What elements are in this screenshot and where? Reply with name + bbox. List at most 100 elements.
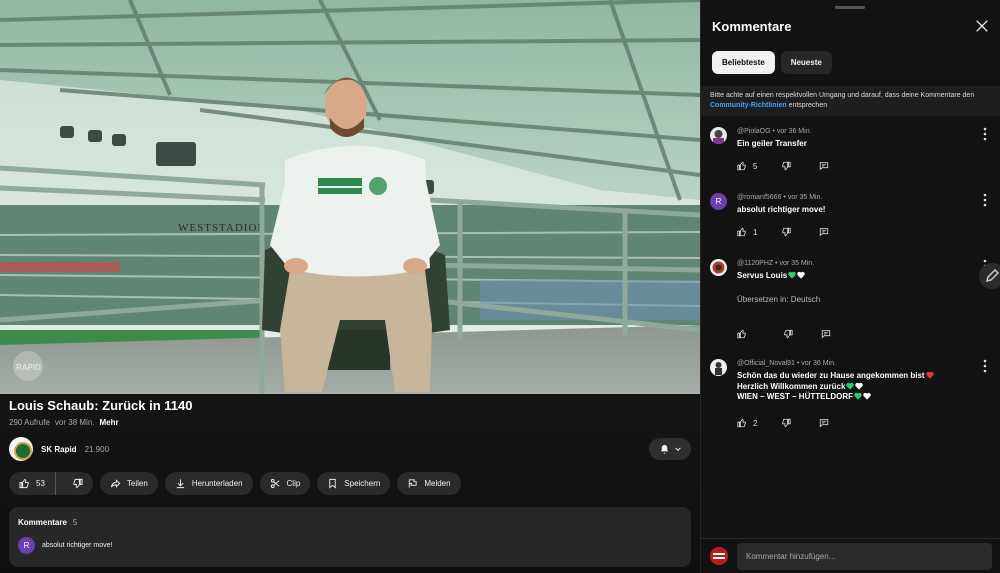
comment-reply-button[interactable] <box>819 161 829 171</box>
add-comment-input[interactable] <box>737 543 992 570</box>
comment-item: R @romanf5666 • vor 35 Min. absolut rich… <box>710 193 995 243</box>
comments-teaser-text: absolut richtiger move! <box>42 542 113 549</box>
notice-suffix: entsprechen <box>788 102 828 109</box>
report-label: Melden <box>424 479 451 488</box>
comments-teaser[interactable]: Kommentare 5 R absolut richtiger move! <box>9 507 691 567</box>
user-avatar-image <box>710 259 727 276</box>
share-label: Teilen <box>126 479 148 488</box>
bookmark-icon <box>329 478 337 489</box>
thumbs-up-icon <box>737 329 746 339</box>
comment-text: Ein geiler Transfer <box>737 139 807 150</box>
panel-title: Kommentare <box>712 19 792 34</box>
comment-author[interactable]: @Official_Noval91 <box>737 360 795 367</box>
comment-like-count: 2 <box>753 418 758 428</box>
comment-author[interactable]: @1120PHZ <box>737 260 773 267</box>
reply-icon <box>820 228 829 237</box>
close-icon[interactable] <box>974 18 990 34</box>
comment-like-count: 1 <box>753 227 758 237</box>
comment-author[interactable]: @romanf5666 <box>737 194 781 201</box>
comments-teaser-header: Kommentare 5 <box>18 518 77 527</box>
sort-top-chip[interactable]: Beliebteste <box>712 51 775 74</box>
white-heart-icon <box>863 392 871 400</box>
avatar[interactable] <box>710 359 727 376</box>
avatar[interactable] <box>710 127 727 144</box>
comment-dislike-button[interactable] <box>781 418 792 428</box>
comment-reply-button[interactable] <box>819 227 829 237</box>
comment-text: absolut richtiger move! <box>737 205 825 216</box>
panel-drag-handle[interactable] <box>835 6 865 9</box>
comment-dislike-button[interactable] <box>781 161 792 171</box>
download-button[interactable]: Herunterladen <box>164 472 253 495</box>
flag-icon <box>409 479 417 488</box>
more-vert-icon[interactable] <box>982 359 988 373</box>
channel-avatar[interactable] <box>9 437 33 461</box>
avatar[interactable] <box>710 259 727 276</box>
red-heart-icon <box>925 371 934 379</box>
comment-reply-button[interactable] <box>819 418 829 428</box>
video-player[interactable]: WESTSTADION RAPID <box>0 0 700 394</box>
comment-time: vor 36 Min. <box>776 128 812 135</box>
thumbs-up-icon <box>19 478 29 489</box>
thumbs-up-icon <box>737 227 746 237</box>
clip-label: Clip <box>286 479 301 488</box>
green-heart-icon <box>854 392 862 400</box>
translate-link[interactable]: Übersetzen in: Deutsch <box>737 295 820 304</box>
comment-header: @PiolaOG • vor 36 Min. <box>737 128 812 135</box>
edit-floating-button[interactable] <box>979 263 1000 289</box>
channel-row: SK Rapid 21.900 <box>9 437 109 461</box>
video-title: Louis Schaub: Zurück in 1140 <box>9 398 193 413</box>
more-vert-icon[interactable] <box>982 193 988 207</box>
comment-like-button[interactable] <box>737 329 753 339</box>
sort-newest-chip[interactable]: Neueste <box>780 51 832 74</box>
comment-text: Servus Louis <box>737 271 805 282</box>
comment-item: @1120PHZ • vor 35 Min. Servus Louis Über… <box>710 259 995 349</box>
comment-like-button[interactable]: 5 <box>737 161 757 171</box>
green-heart-icon <box>788 271 796 279</box>
share-button[interactable]: Teilen <box>99 472 158 495</box>
comment-line: Schön das du wieder zu Hause angekommen … <box>737 371 925 380</box>
scissors-icon <box>270 478 279 489</box>
comment-line: WIEN – WEST – HÜTTELDORF <box>737 392 853 401</box>
add-comment-bar <box>701 538 1000 573</box>
share-icon <box>110 479 121 488</box>
comment-like-button[interactable]: 1 <box>737 227 757 237</box>
stadium-sign: WESTSTADION <box>178 222 266 234</box>
notification-bell-button[interactable] <box>649 438 691 460</box>
comment-reply-button[interactable] <box>821 329 831 339</box>
comment-dislike-button[interactable] <box>781 227 792 237</box>
description-more-link[interactable]: Mehr <box>100 418 119 427</box>
like-button[interactable]: 53 <box>9 472 56 495</box>
download-icon <box>176 479 184 489</box>
comment-like-button[interactable]: 2 <box>737 418 757 428</box>
thumbs-down-icon <box>782 418 792 428</box>
clip-button[interactable]: Clip <box>259 472 311 495</box>
comment-line: absolut richtiger move! <box>737 205 826 214</box>
download-label: Herunterladen <box>191 479 243 488</box>
comment-actions: 5 <box>737 161 829 171</box>
guidelines-link[interactable]: Community-Richtlinien <box>710 102 787 109</box>
thumbs-down-icon <box>73 478 83 489</box>
pencil-icon <box>985 268 1000 283</box>
comment-line: Herzlich Willkommen zurück <box>737 381 846 391</box>
comment-actions: 2 <box>737 418 829 428</box>
comment-actions <box>737 329 831 339</box>
thumbs-up-icon <box>737 418 746 428</box>
comment-author[interactable]: @PiolaOG <box>737 128 771 135</box>
comment-dislike-button[interactable] <box>783 329 793 339</box>
comments-panel: Kommentare Beliebteste Neueste Bitte ach… <box>700 0 1000 573</box>
more-vert-icon[interactable] <box>982 127 988 141</box>
comment-item: @Official_Noval91 • vor 36 Min. Schön da… <box>710 359 995 434</box>
video-frame: WESTSTADION RAPID <box>0 0 700 394</box>
comment-time: vor 35 Min. <box>779 260 815 267</box>
guidelines-notice: Bitte achte auf einen respektvollen Umga… <box>701 86 1000 116</box>
comment-text: Schön das du wieder zu Hause angekommen … <box>737 371 934 403</box>
channel-name[interactable]: SK Rapid <box>41 445 77 454</box>
dislike-button[interactable] <box>62 472 93 495</box>
report-button[interactable]: Melden <box>397 472 461 495</box>
channel-watermark: RAPID <box>16 363 41 372</box>
bell-icon <box>660 444 668 454</box>
reply-icon <box>820 162 829 171</box>
save-button[interactable]: Speichern <box>317 472 391 495</box>
user-avatar-image <box>710 547 728 565</box>
avatar[interactable]: R <box>710 193 727 210</box>
